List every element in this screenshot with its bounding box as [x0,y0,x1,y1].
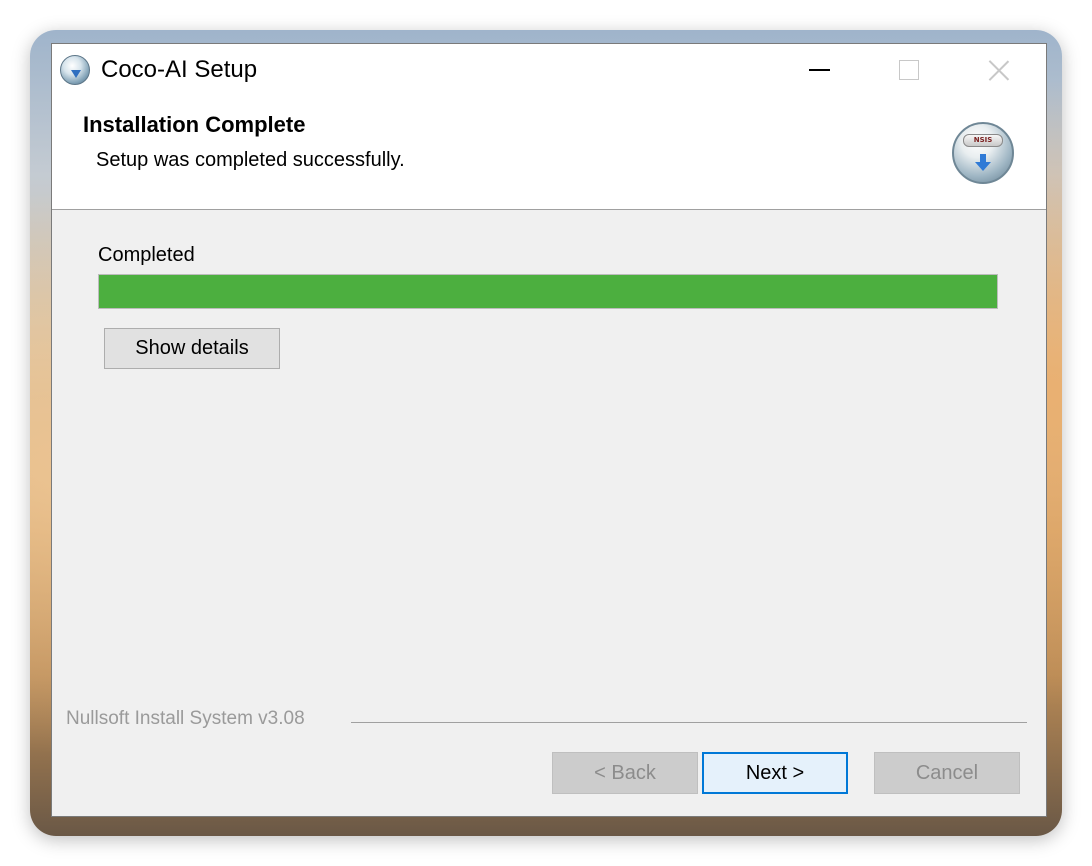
status-label: Completed [98,244,195,266]
branding-text: Nullsoft Install System v3.08 [66,708,313,730]
branding-divider [351,722,1027,723]
nsis-logo-icon: NSIS [952,122,1014,184]
maximize-icon [899,60,919,80]
page-subtitle: Setup was completed successfully. [96,149,405,171]
progress-bar [98,274,998,309]
maximize-button [864,44,954,96]
back-button: < Back [552,752,698,794]
branding-row: Nullsoft Install System v3.08 [66,708,1027,734]
close-icon [988,59,1010,81]
minimize-button[interactable] [774,44,864,96]
next-button[interactable]: Next > [702,752,848,794]
nsis-logo-label: NSIS [963,134,1003,147]
minimize-icon [808,69,830,71]
close-button [954,44,1044,96]
installer-globe-icon [60,55,90,85]
progress-bar-fill [99,275,997,308]
cancel-button: Cancel [874,752,1020,794]
download-arrow-icon [975,154,991,172]
page-title: Installation Complete [83,112,306,137]
header-banner: Installation Complete Setup was complete… [52,96,1046,210]
title-bar[interactable]: Coco-AI Setup [52,44,1046,96]
window-title: Coco-AI Setup [101,56,258,83]
show-details-button[interactable]: Show details [104,328,280,369]
setup-dialog: Coco-AI Setup Installation Complete Setu… [51,43,1047,817]
